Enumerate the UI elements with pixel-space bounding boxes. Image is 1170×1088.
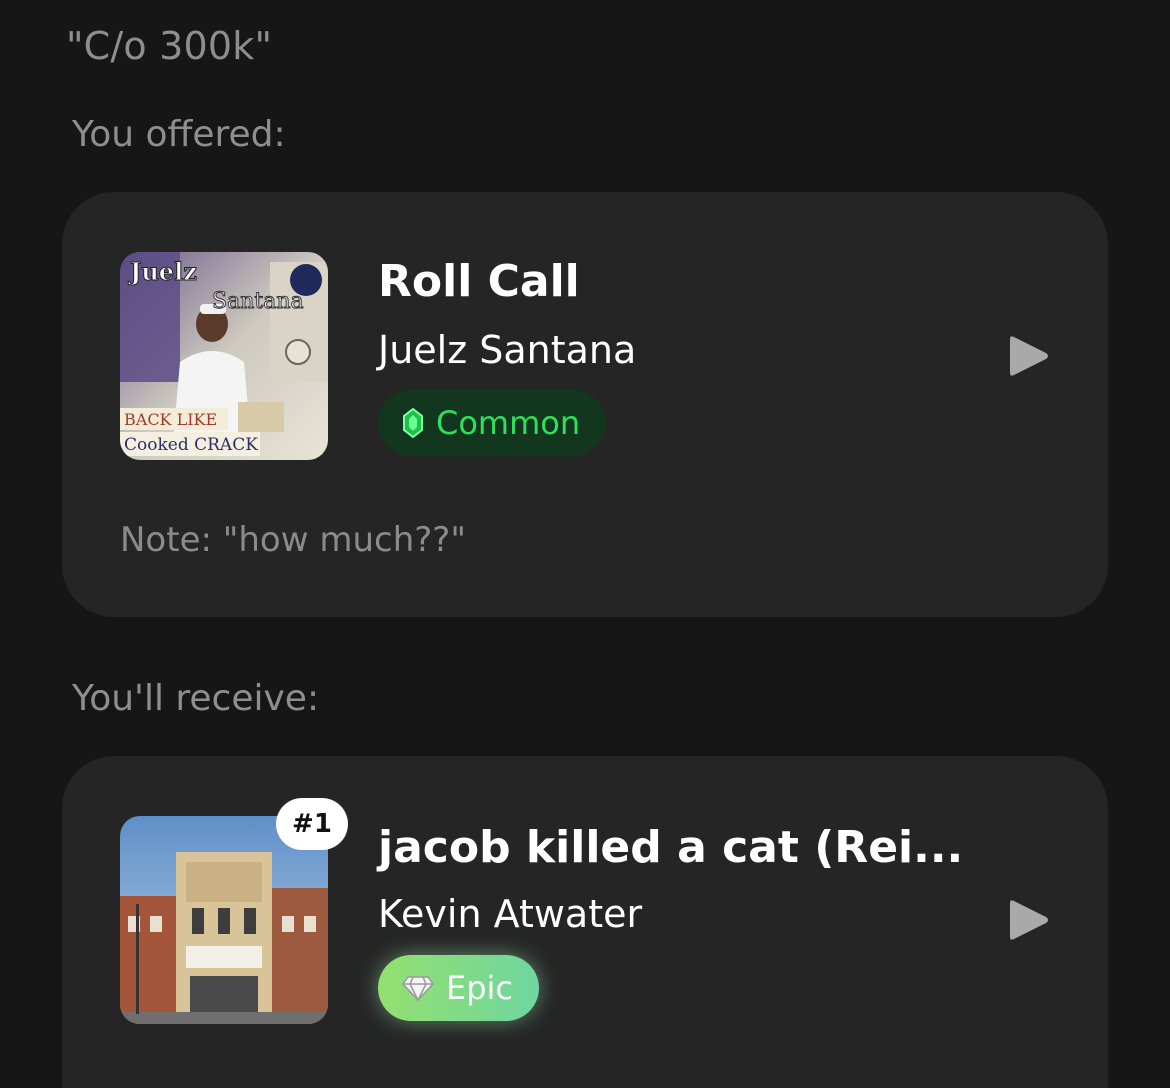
- emerald-gem-icon: [402, 408, 424, 438]
- offered-section-label: You offered:: [72, 114, 286, 155]
- offered-track-card[interactable]: Juelz Santana BACK LIKE Cooked CRACK Rol…: [62, 192, 1108, 617]
- svg-text:BACK LIKE: BACK LIKE: [124, 410, 217, 429]
- track-artist: Kevin Atwater: [378, 892, 643, 936]
- receive-track-card[interactable]: #1 jacob killed a cat (Rei... Kevin Atwa…: [62, 756, 1108, 1088]
- rarity-badge-epic: Epic: [378, 955, 540, 1021]
- svg-text:Juelz: Juelz: [128, 257, 197, 286]
- rarity-label: Epic: [446, 969, 514, 1007]
- play-button[interactable]: [1004, 333, 1050, 379]
- album-cover: Juelz Santana BACK LIKE Cooked CRACK: [120, 252, 328, 460]
- trade-offer-page: "C/o 300k" You offered: Juelz Santana BA…: [0, 0, 1170, 1088]
- play-icon: [1010, 900, 1048, 940]
- svg-text:Cooked CRACK: Cooked CRACK: [124, 435, 258, 455]
- track-artist: Juelz Santana: [378, 328, 637, 372]
- track-title: Roll Call: [378, 256, 580, 307]
- diamond-icon: [402, 975, 434, 1001]
- rarity-label: Common: [436, 404, 581, 442]
- play-icon: [1010, 336, 1048, 376]
- receive-section-label: You'll receive:: [72, 678, 320, 719]
- play-button[interactable]: [1004, 897, 1050, 943]
- offer-note: Note: "how much??": [120, 520, 466, 560]
- rarity-badge-common: Common: [378, 390, 607, 456]
- svg-text:Santana: Santana: [212, 289, 304, 314]
- rank-badge: #1: [276, 798, 348, 850]
- track-title: jacob killed a cat (Rei...: [378, 822, 964, 873]
- trade-message: "C/o 300k": [66, 24, 273, 68]
- album-art-image: Juelz Santana BACK LIKE Cooked CRACK: [120, 252, 328, 460]
